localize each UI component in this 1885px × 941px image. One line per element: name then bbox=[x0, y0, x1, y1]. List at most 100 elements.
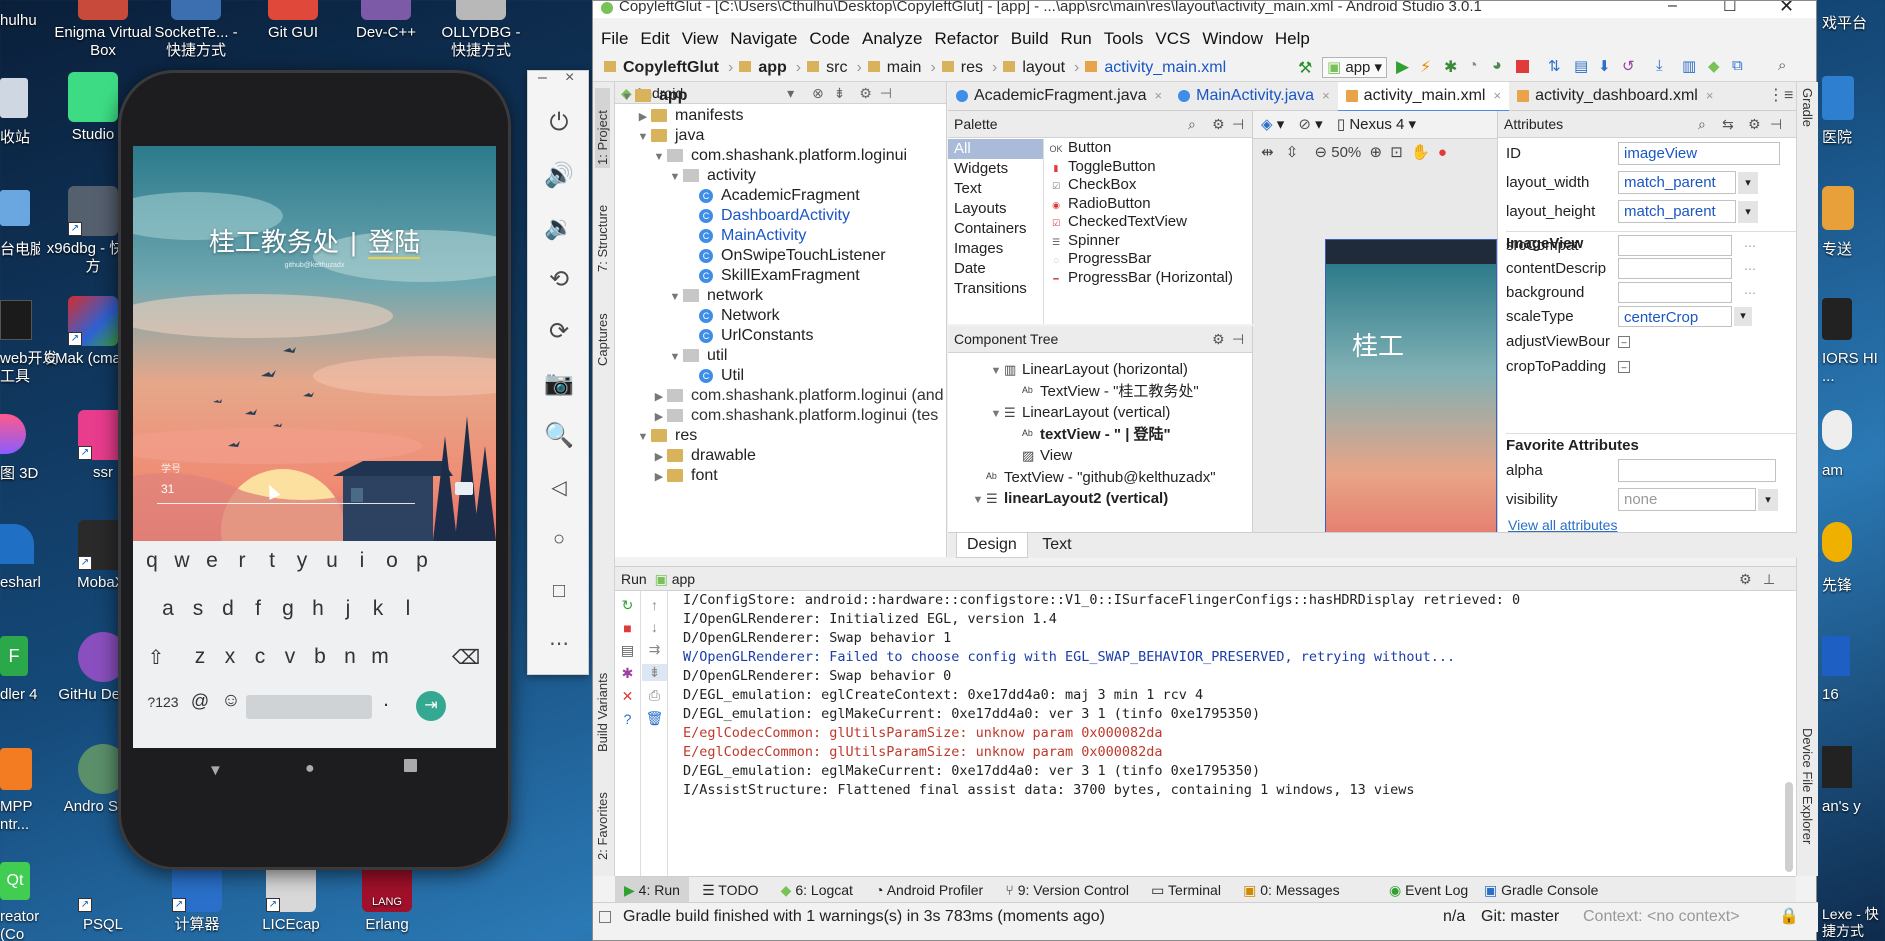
trash-icon[interactable]: 🗑 bbox=[642, 710, 667, 727]
layout-height-select[interactable]: match_parent bbox=[1618, 200, 1736, 223]
symbols-key[interactable]: ?123 bbox=[141, 694, 185, 710]
fiddler-icon[interactable]: F bbox=[0, 636, 28, 676]
run-icon[interactable]: ▶ bbox=[1396, 57, 1409, 77]
key-e[interactable]: e bbox=[197, 549, 227, 573]
project-tree-row[interactable]: ▶ font bbox=[615, 464, 718, 488]
breadcrumb-item[interactable]: activity_main.xml bbox=[1082, 54, 1232, 82]
volume-up-icon[interactable]: 🔊 bbox=[528, 155, 590, 195]
run-console[interactable]: I/ConfigStore: android::hardware::config… bbox=[683, 591, 1783, 821]
volume-down-icon[interactable]: 🔉 bbox=[528, 207, 590, 247]
palette-item[interactable]: ◌ ProgressBar bbox=[1048, 250, 1252, 269]
device-phone-icon[interactable]: ▯ bbox=[1337, 116, 1345, 133]
rerun-icon[interactable]: ↻ bbox=[615, 597, 640, 614]
menu-tools[interactable]: Tools bbox=[1098, 20, 1150, 58]
status-message[interactable]: Gradle build finished with 1 warnings(s)… bbox=[623, 903, 1105, 931]
scale-type-select[interactable]: centerCrop bbox=[1618, 306, 1732, 327]
android-monitor-icon[interactable]: ◆ bbox=[1708, 57, 1720, 75]
palette-item[interactable]: ☰ Spinner bbox=[1048, 232, 1252, 251]
search-everywhere-icon[interactable]: ⌕ bbox=[1778, 57, 1786, 74]
pan-icon[interactable]: ⇹ bbox=[1261, 144, 1274, 161]
build-variants-tool-tab[interactable]: Build Variants bbox=[595, 654, 610, 752]
gradle-tool-tab[interactable]: Gradle bbox=[1800, 88, 1815, 148]
menu-run[interactable]: Run bbox=[1055, 20, 1098, 58]
power-icon[interactable]: ⏻ bbox=[528, 103, 590, 143]
menu-build[interactable]: Build bbox=[1005, 20, 1055, 58]
visibility-select[interactable]: none bbox=[1618, 488, 1756, 511]
rotate-left-icon[interactable]: ⟲ bbox=[528, 259, 590, 299]
undo-icon[interactable]: ↺ bbox=[1622, 57, 1635, 75]
key-v[interactable]: v bbox=[275, 645, 305, 669]
settings-gear-icon[interactable]: ⚙ bbox=[1748, 111, 1761, 137]
palette-item[interactable]: ◉ RadioButton bbox=[1048, 195, 1252, 214]
window-minimize-button[interactable]: – bbox=[1668, 1, 1677, 15]
desktop-icon-enigma[interactable]: Enigma Virtual Box bbox=[54, 0, 152, 60]
menu-refactor[interactable]: Refactor bbox=[928, 20, 1004, 58]
run-config-select[interactable]: ▣ app ▾ bbox=[1322, 57, 1388, 78]
more-options-icon[interactable]: ⋯ bbox=[1744, 281, 1756, 305]
window-maximize-button[interactable]: ☐ bbox=[1723, 1, 1736, 15]
layout-inspector-icon[interactable]: ⧉ bbox=[1732, 57, 1743, 74]
computer-icon[interactable] bbox=[0, 190, 30, 226]
desktop-icon-psql[interactable]: ↗ PSQL bbox=[54, 862, 152, 934]
desktop-edge-label[interactable]: 收站 bbox=[0, 126, 40, 147]
desktop-edge-label[interactable]: MPP ntr... bbox=[0, 798, 40, 834]
console-scrollbar[interactable] bbox=[1785, 782, 1793, 872]
key-g[interactable]: g bbox=[273, 597, 303, 621]
key-n[interactable]: n bbox=[335, 645, 365, 669]
menu-view[interactable]: View bbox=[676, 20, 725, 58]
design-tab[interactable]: Design bbox=[956, 533, 1028, 558]
key-j[interactable]: j bbox=[333, 597, 363, 621]
structure-tool-tab[interactable]: 7: Structure bbox=[595, 182, 610, 272]
close-emulator-icon[interactable]: × bbox=[565, 69, 574, 87]
palette-category[interactable]: All bbox=[948, 139, 1043, 159]
version-control-tool-tab[interactable]: ⑂ 9: Version Control bbox=[996, 877, 1138, 903]
dropdown-arrow-icon[interactable]: ▾ bbox=[1734, 307, 1752, 326]
menu-analyze[interactable]: Analyze bbox=[856, 20, 928, 58]
palette-category[interactable]: Transitions bbox=[948, 279, 1043, 299]
palette-category[interactable]: Containers bbox=[948, 219, 1043, 239]
gradle-console-tool-tab[interactable]: ▣ Gradle Console bbox=[1475, 877, 1607, 903]
breadcrumb-item[interactable]: layout bbox=[1000, 54, 1071, 82]
desktop-icon-git-gui[interactable]: Git GUI bbox=[244, 0, 342, 42]
messages-tool-tab[interactable]: ▣ 0: Messages bbox=[1234, 877, 1349, 903]
key-c[interactable]: c bbox=[245, 645, 275, 669]
desktop-icon-ollydbg[interactable]: OLLYDBG - 快捷方式 bbox=[432, 0, 530, 60]
key-r[interactable]: r bbox=[227, 549, 257, 573]
error-icon[interactable]: ● bbox=[1438, 144, 1447, 161]
run-tool-tab[interactable]: ▶ 4: Run bbox=[615, 877, 689, 903]
app-icon[interactable] bbox=[1822, 636, 1850, 676]
breadcrumb-item[interactable]: res bbox=[939, 54, 989, 82]
app-icon[interactable] bbox=[1822, 522, 1852, 562]
desktop-icon-devcpp[interactable]: Dev-C++ bbox=[337, 0, 435, 42]
sdk-manager-icon[interactable]: ⬇ bbox=[1598, 57, 1611, 75]
desktop-icon-licecap[interactable]: ↗ LICEcap bbox=[242, 862, 340, 934]
close-tab-icon[interactable]: × bbox=[1706, 88, 1714, 103]
component-tree-row[interactable]: ▨ View bbox=[948, 444, 1072, 468]
terminal-tool-tab[interactable]: ▭ Terminal bbox=[1142, 877, 1230, 903]
hide-panel-icon[interactable]: ⊣ bbox=[1232, 326, 1244, 352]
layout-preview[interactable]: 桂工 bbox=[1325, 239, 1497, 532]
breadcrumb-item[interactable]: main bbox=[865, 54, 928, 82]
todo-tool-tab[interactable]: ☰ TODO bbox=[693, 877, 767, 903]
emoji-key[interactable]: ☺ bbox=[216, 690, 246, 712]
key-o[interactable]: o bbox=[377, 549, 407, 573]
window-close-button[interactable]: ✕ bbox=[1779, 1, 1794, 17]
desktop-edge-label[interactable]: 先锋 bbox=[1822, 574, 1885, 595]
menu-vcs[interactable]: VCS bbox=[1149, 20, 1196, 58]
palette-category[interactable]: Images bbox=[948, 239, 1043, 259]
close-icon[interactable]: ✕ bbox=[615, 688, 640, 705]
key-t[interactable]: t bbox=[257, 549, 287, 573]
hide-panel-icon[interactable]: ⊣ bbox=[1232, 111, 1244, 137]
xampp-icon[interactable] bbox=[0, 748, 32, 790]
desktop-edge-label[interactable]: 16 bbox=[1822, 686, 1885, 703]
desktop-edge-label[interactable]: 台电脑 bbox=[0, 238, 40, 259]
event-log-tool-tab[interactable]: ◉ Event Log bbox=[1380, 877, 1477, 903]
layout-icon[interactable]: ▤ bbox=[615, 642, 640, 659]
palette-item[interactable]: ☑ CheckBox bbox=[1048, 176, 1252, 195]
avd-manager-icon[interactable]: ▤ bbox=[1574, 57, 1588, 75]
key-d[interactable]: d bbox=[213, 597, 243, 621]
menu-file[interactable]: File bbox=[595, 20, 634, 58]
component-tree-row[interactable]: ᴬᵇ TextView - "桂工教务处" bbox=[948, 380, 1199, 404]
close-tab-icon[interactable]: × bbox=[1493, 88, 1501, 103]
desktop-edge-label[interactable]: reator (Co bbox=[0, 908, 50, 941]
